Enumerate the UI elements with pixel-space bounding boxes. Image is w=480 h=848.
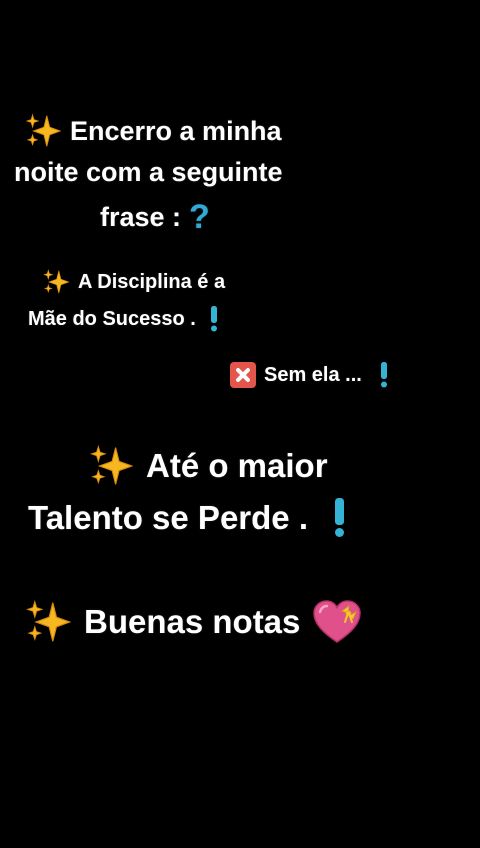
cross-mark-icon xyxy=(230,362,256,388)
intro-text-2: noite com a seguinte xyxy=(14,157,283,187)
sparkles-icon xyxy=(24,598,72,646)
talent-line-2: Talento se Perde . xyxy=(28,498,345,538)
discipline-line-1: A Disciplina é a xyxy=(42,268,225,296)
good-night-line: Buenas notas xyxy=(24,598,362,646)
exclamation-mark-icon xyxy=(210,306,218,332)
exclamation-mark-icon xyxy=(334,498,345,538)
intro-text-3: frase : xyxy=(100,202,182,232)
heart-with-ribbon-icon xyxy=(312,600,362,644)
without-it-text: Sem ela ... xyxy=(264,363,362,386)
talent-line-1: Até o maior xyxy=(88,443,328,489)
good-night-text: Buenas notas xyxy=(84,603,301,640)
discipline-text-2: Mãe do Sucesso . xyxy=(28,307,196,330)
question-mark-icon: ? xyxy=(189,198,210,236)
without-it-line: Sem ela ... xyxy=(230,362,388,388)
discipline-line-2: Mãe do Sucesso . xyxy=(28,306,218,332)
sparkles-icon xyxy=(24,112,62,150)
exclamation-mark-icon xyxy=(380,362,388,388)
talent-text-1: Até o maior xyxy=(146,447,328,484)
sparkles-icon xyxy=(42,268,70,296)
quote-intro-line-3: frase : ? xyxy=(100,198,210,237)
quote-intro-line-2: noite com a seguinte xyxy=(14,157,283,188)
sparkles-icon xyxy=(88,443,134,489)
discipline-text-1: A Disciplina é a xyxy=(78,270,226,293)
quote-intro-line-1: Encerro a minha xyxy=(24,112,282,150)
intro-text-1: Encerro a minha xyxy=(70,115,282,146)
talent-text-2: Talento se Perde . xyxy=(28,499,308,536)
